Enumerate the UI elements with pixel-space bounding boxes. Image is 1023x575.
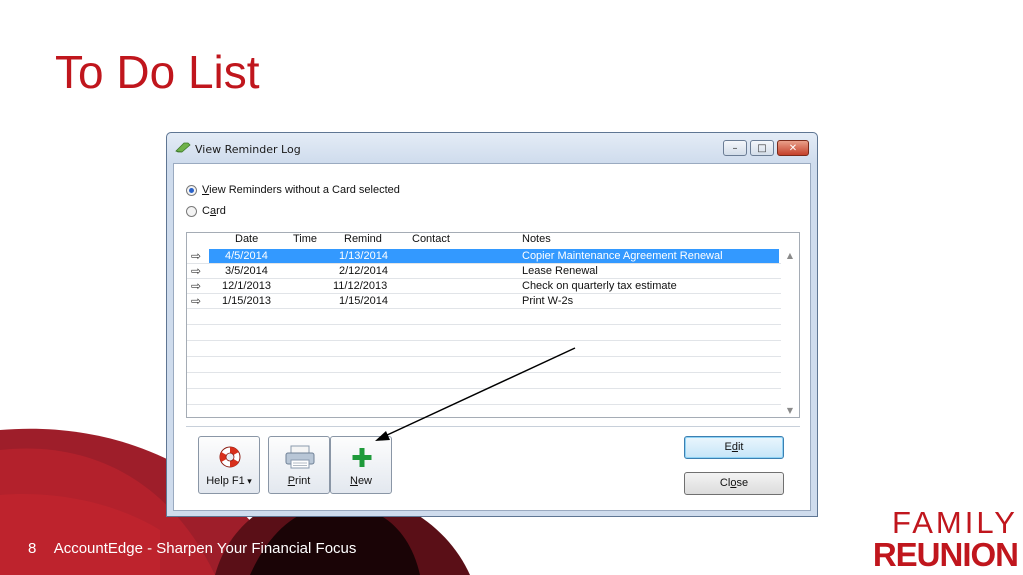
- table-row[interactable]: ⇨ 4/5/2014 1/13/2014 Copier Maintenance …: [187, 249, 781, 264]
- edit-button[interactable]: Edit: [684, 436, 784, 459]
- reminder-app-icon: [175, 142, 191, 153]
- help-button-label: Help F1 ▾: [206, 475, 252, 487]
- table-row[interactable]: ⇨ 12/1/2013 11/12/2013 Check on quarterl…: [187, 279, 781, 294]
- window-titlebar[interactable]: View Reminder Log – □ ✕: [167, 133, 817, 163]
- print-button-label: Print: [287, 475, 311, 487]
- column-notes[interactable]: Notes: [522, 233, 551, 245]
- close-window-button[interactable]: ✕: [777, 140, 809, 156]
- radio-card[interactable]: Card: [186, 205, 226, 217]
- table-header: Date Time Remind Contact Notes: [187, 233, 799, 249]
- arrow-right-icon: ⇨: [191, 264, 202, 278]
- printer-icon: [285, 445, 315, 469]
- scroll-up-icon[interactable]: ▲: [781, 251, 799, 260]
- grid-line: [187, 324, 781, 325]
- help-button[interactable]: Help F1 ▾: [198, 436, 260, 494]
- window-controls: – □ ✕: [723, 140, 809, 156]
- minimize-button[interactable]: –: [723, 140, 747, 156]
- arrow-right-icon: ⇨: [191, 294, 202, 308]
- plus-icon: [352, 448, 372, 467]
- column-contact[interactable]: Contact: [412, 233, 450, 245]
- grid-line: [187, 388, 781, 389]
- radio-no-card[interactable]: View Reminders without a Card selected: [186, 184, 400, 196]
- page-number: 8: [28, 540, 37, 557]
- grid-line: [187, 356, 781, 357]
- scroll-down-icon[interactable]: ▼: [781, 406, 799, 415]
- new-button[interactable]: New: [330, 436, 392, 494]
- grid-line: [187, 372, 781, 373]
- close-button[interactable]: Close: [684, 472, 784, 495]
- print-button[interactable]: Print: [268, 436, 330, 494]
- minimize-icon: –: [732, 143, 738, 154]
- table-row[interactable]: ⇨ 3/5/2014 2/12/2014 Lease Renewal: [187, 264, 781, 279]
- column-date[interactable]: Date: [235, 233, 258, 245]
- slide-footer: 8 AccountEdge - Sharpen Your Financial F…: [28, 540, 356, 557]
- radio-card-label: Card: [202, 205, 226, 217]
- window-client-area: View Reminders without a Card selected C…: [173, 163, 811, 511]
- arrow-right-icon: ⇨: [191, 279, 202, 293]
- logo-line-1: FAMILY: [892, 505, 1018, 540]
- radio-card-button[interactable]: [186, 205, 197, 217]
- column-remind[interactable]: Remind: [344, 233, 382, 245]
- window-title: View Reminder Log: [195, 143, 301, 156]
- grid-line: [187, 340, 781, 341]
- table-row[interactable]: ⇨ 1/15/2013 1/15/2014 Print W-2s: [187, 294, 781, 309]
- close-icon: ✕: [788, 143, 798, 154]
- new-button-label: New: [349, 475, 372, 487]
- table-scrollbar[interactable]: ▲ ▼: [781, 249, 799, 417]
- button-panel-divider: [186, 426, 800, 427]
- slide-title: To Do List: [55, 46, 260, 98]
- footer-text: AccountEdge - Sharpen Your Financial Foc…: [53, 540, 357, 557]
- radio-no-card-button[interactable]: [186, 184, 197, 196]
- view-reminder-log-window: View Reminder Log – □ ✕ View Reminders w…: [166, 132, 818, 517]
- radio-no-card-label: View Reminders without a Card selected: [202, 184, 400, 196]
- maximize-icon: □: [757, 143, 767, 154]
- family-reunion-logo: FAMILY REUNION: [848, 505, 1019, 573]
- maximize-button[interactable]: □: [750, 140, 774, 156]
- column-time[interactable]: Time: [293, 233, 317, 245]
- grid-line: [187, 404, 781, 405]
- reminder-table: Date Time Remind Contact Notes ⇨ 4/5/201…: [186, 232, 800, 418]
- lifebuoy-icon: [219, 446, 241, 468]
- logo-line-2: REUNION: [872, 536, 1019, 573]
- arrow-right-icon: ⇨: [191, 249, 202, 263]
